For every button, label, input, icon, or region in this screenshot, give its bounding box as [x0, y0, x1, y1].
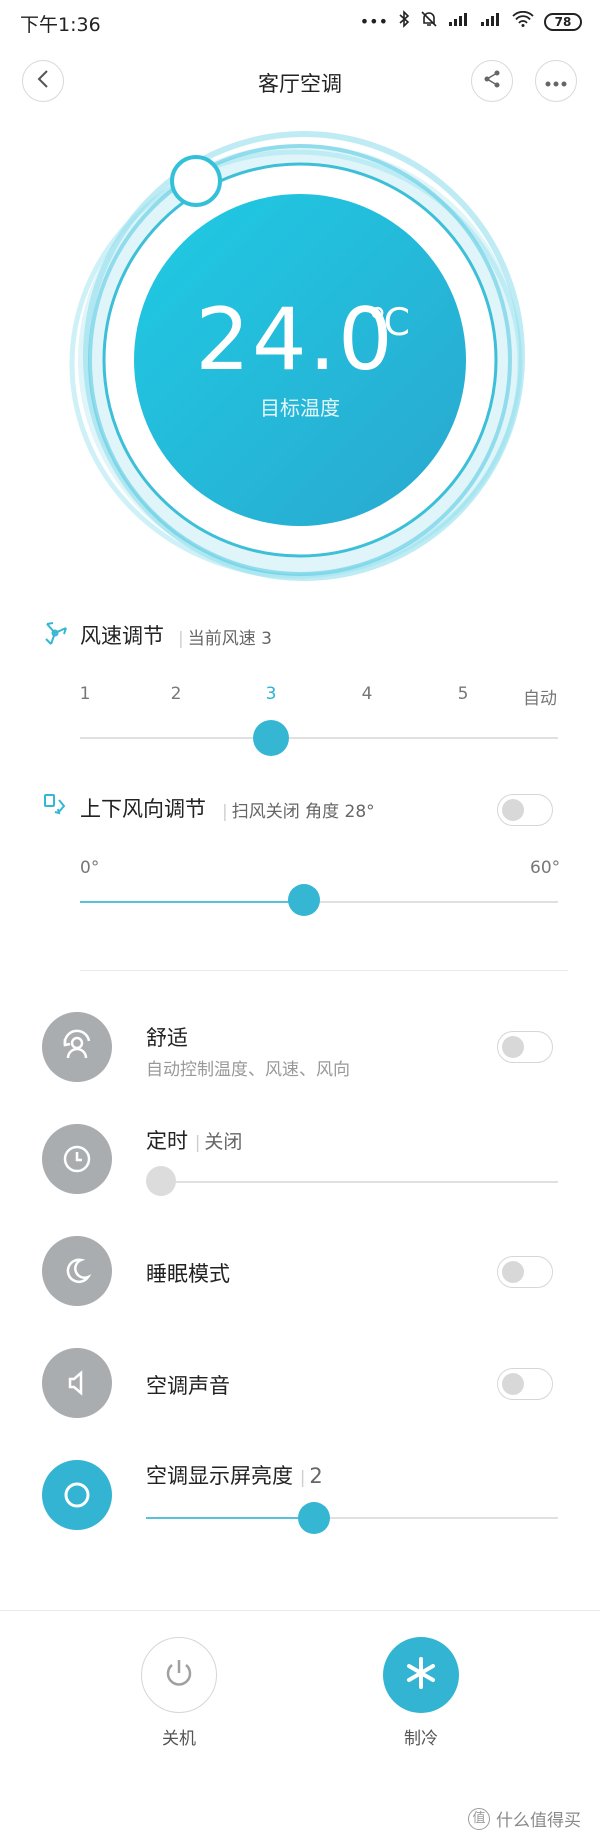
more-dots-icon — [545, 72, 567, 91]
snowflake-icon — [402, 1654, 440, 1696]
vertical-swing-title: 上下风向调节 — [80, 797, 206, 821]
wifi-icon — [512, 10, 534, 33]
swing-angle-fill — [80, 901, 304, 903]
fan-icon — [42, 620, 68, 650]
watermark-badge: 值 — [468, 1807, 490, 1830]
more-button[interactable] — [535, 60, 577, 102]
more-dots-icon: ••• — [359, 12, 388, 31]
display-brightness-value: 2 — [309, 1464, 323, 1488]
swing-direction-icon — [42, 792, 68, 822]
cool-mode-label: 制冷 — [404, 1729, 438, 1749]
fan-speed-current-label: 当前风速 3 — [187, 629, 272, 649]
ac-sound-title: 空调声音 — [146, 1374, 230, 1398]
power-label: 关机 — [162, 1729, 196, 1749]
fan-tick-2[interactable]: 2 — [171, 684, 182, 704]
fan-tick-4[interactable]: 4 — [362, 684, 373, 704]
comfort-mode-icon[interactable] — [42, 1012, 112, 1082]
fan-tick-auto[interactable]: 自动 — [523, 684, 557, 709]
fan-speed-track[interactable] — [80, 737, 558, 739]
fan-tick-1[interactable]: 1 — [80, 684, 91, 704]
battery-icon: 78 — [544, 13, 582, 31]
brightness-knob[interactable] — [298, 1502, 330, 1534]
vertical-swing-status-label: 扫风关闭 角度 28° — [231, 802, 375, 822]
power-button[interactable] — [141, 1637, 217, 1713]
power-icon — [160, 1654, 198, 1696]
target-temperature-label: 目标温度 — [260, 396, 340, 420]
timer-title: 定时 | 关闭 — [146, 1129, 243, 1153]
fan-tick-5[interactable]: 5 — [458, 684, 469, 704]
timer-track[interactable] — [146, 1181, 558, 1183]
display-brightness-icon[interactable] — [42, 1460, 112, 1530]
fan-speed-title: 风速调节 — [80, 624, 164, 648]
swing-angle-knob[interactable] — [288, 884, 320, 916]
section-divider — [80, 970, 568, 971]
dial-handle[interactable] — [170, 155, 222, 207]
comfort-title: 舒适 — [146, 1026, 188, 1050]
fan-tick-3[interactable]: 3 — [266, 684, 277, 704]
vertical-swing-status: | 扫风关闭 角度 28° — [222, 802, 375, 822]
speaker-icon[interactable] — [42, 1348, 112, 1418]
fan-speed-current: | 当前风速 3 — [178, 629, 272, 649]
timer-knob[interactable] — [146, 1166, 176, 1196]
sleep-moon-icon[interactable] — [42, 1236, 112, 1306]
share-icon — [482, 69, 502, 93]
timer-clock-icon[interactable] — [42, 1124, 112, 1194]
sleep-mode-title: 睡眠模式 — [146, 1262, 230, 1286]
signal-icon — [480, 11, 502, 33]
display-brightness-title: 空调显示屏亮度 | 2 — [146, 1464, 323, 1488]
bluetooth-icon — [398, 10, 410, 34]
comfort-subtitle: 自动控制温度、风速、风向 — [146, 1060, 350, 1080]
temperature-unit: ℃ — [368, 300, 411, 344]
watermark-text: 什么值得买 — [496, 1811, 581, 1831]
display-brightness-label: 空调显示屏亮度 — [146, 1464, 293, 1488]
sleep-mode-toggle[interactable] — [497, 1256, 553, 1288]
status-time: 下午1:36 — [20, 14, 101, 36]
watermark: 值 什么值得买 — [468, 1806, 581, 1831]
header: 客厅空调 — [0, 60, 600, 104]
status-bar: 下午1:36 ••• 78 — [0, 0, 600, 44]
signal-icon — [448, 11, 470, 33]
ac-sound-toggle[interactable] — [497, 1368, 553, 1400]
status-icons: ••• 78 — [360, 10, 582, 34]
bottom-divider — [0, 1610, 600, 1611]
timer-title-label: 定时 — [146, 1129, 188, 1153]
swing-toggle[interactable] — [497, 794, 553, 826]
brightness-fill — [146, 1517, 312, 1519]
fan-speed-knob[interactable] — [253, 720, 289, 756]
swing-max-label: 60° — [530, 858, 561, 878]
timer-status: 关闭 — [204, 1131, 243, 1153]
share-button[interactable] — [471, 60, 513, 102]
cool-mode-button[interactable] — [383, 1637, 459, 1713]
comfort-toggle[interactable] — [497, 1031, 553, 1063]
swing-min-label: 0° — [80, 858, 100, 878]
mute-bell-icon — [420, 10, 438, 34]
